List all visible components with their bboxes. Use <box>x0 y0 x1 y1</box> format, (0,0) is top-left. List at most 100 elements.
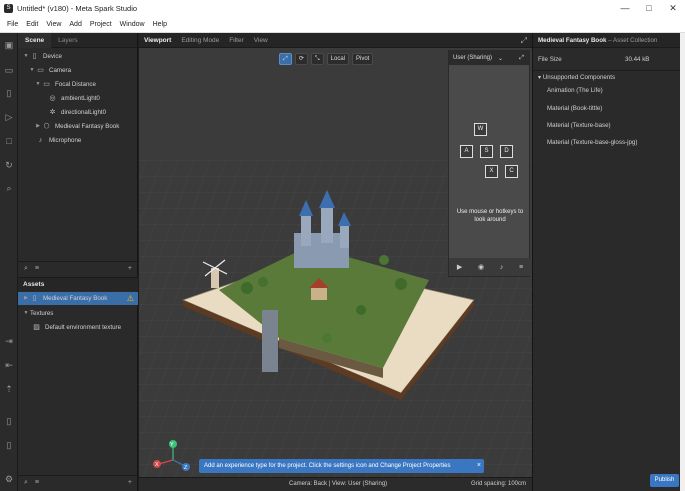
tree-item-focal-distance[interactable]: ▼ ▭ Focal Distance <box>34 78 96 91</box>
mobile-preview-icon[interactable]: ▯ <box>3 439 15 451</box>
inspector-subtitle: – Asset Collection <box>608 37 658 44</box>
patch-editor-icon[interactable]: ▷ <box>3 111 15 123</box>
file-icon: ▯ <box>32 295 37 302</box>
tree-item-label: Focal Distance <box>55 81 96 88</box>
warning-icon[interactable]: ⚠ <box>127 292 134 305</box>
filter-icon[interactable]: ≡ <box>35 479 39 486</box>
scene-panel: Scene Layers ▼ ▯ Device ▼ ▭ Camera ▼ ▭ F… <box>18 32 138 491</box>
asset-item-default-environment-texture[interactable]: ▨ Default environment texture <box>32 321 121 334</box>
tree-item-camera[interactable]: ▼ ▭ Camera <box>28 64 72 77</box>
menu-project[interactable]: Project <box>86 21 116 28</box>
library-icon[interactable]: ▯ <box>3 87 15 99</box>
tree-item-label: Microphone <box>49 137 82 144</box>
scale-tool-button[interactable]: ⤡ <box>310 53 324 65</box>
tree-item-label: directionalLight0 <box>61 109 107 116</box>
scene-icon[interactable]: ▭ <box>3 64 15 76</box>
search-icon[interactable]: ⌕ <box>24 265 28 273</box>
tree-item-medieval-fantasy-book[interactable]: ▶ ⬡ Medieval Fantasy Book <box>34 120 119 133</box>
asset-item-medieval-fantasy-book[interactable]: ▶ ▯ Medieval Fantasy Book ⚠ <box>18 292 138 305</box>
expand-icon[interactable]: ⤢ <box>521 36 527 46</box>
chevron-right-icon[interactable]: ▶ <box>34 120 42 133</box>
rotate-tool-button[interactable]: ⟳ <box>294 53 308 65</box>
frame-icon[interactable]: □ <box>3 135 15 147</box>
menu-view[interactable]: View <box>42 21 65 28</box>
tab-editing-mode[interactable]: Editing Mode <box>176 33 224 48</box>
tab-filter[interactable]: Filter <box>224 33 248 48</box>
capture-icon[interactable]: ◉ <box>478 263 484 271</box>
scene-panel-tabs: Scene Layers <box>18 32 137 48</box>
tree-item-directional-light[interactable]: ✲ directionalLight0 <box>40 106 107 119</box>
publish-button[interactable]: Publish <box>650 474 679 487</box>
chevron-down-icon[interactable]: ▾ <box>538 74 541 81</box>
menu-edit[interactable]: Edit <box>22 21 42 28</box>
gizmo-y-label: Y <box>170 442 174 448</box>
maximize-button[interactable]: □ <box>637 0 661 17</box>
tree-item-device[interactable]: ▼ ▯ Device <box>22 50 62 63</box>
tree <box>241 282 253 294</box>
tree-item-label: Device <box>43 53 62 60</box>
search-icon[interactable]: ⌕ <box>3 182 15 194</box>
import-icon[interactable]: ⇥ <box>3 335 15 347</box>
grid-spacing: Grid spacing: 100cm <box>470 481 526 487</box>
close-icon[interactable]: × <box>477 459 481 473</box>
notification-banner[interactable]: Add an experience type for the project. … <box>199 459 484 473</box>
device-test-icon[interactable]: ▯ <box>3 415 15 427</box>
menu-window[interactable]: Window <box>116 21 149 28</box>
tab-layers[interactable]: Layers <box>51 33 85 48</box>
search-icon[interactable]: ⌕ <box>24 479 28 487</box>
tree-item-label: Camera <box>49 67 72 74</box>
close-button[interactable]: ✕ <box>661 0 685 17</box>
asset-item-label: Medieval Fantasy Book <box>43 295 108 302</box>
menu-add[interactable]: Add <box>65 21 85 28</box>
menu-bar: File Edit View Add Project Window Help <box>0 17 685 33</box>
chevron-down-icon[interactable]: ▼ <box>22 50 30 63</box>
notification-text: Add an experience type for the project. … <box>204 463 451 469</box>
minimize-button[interactable]: — <box>613 0 637 17</box>
tree-item-microphone[interactable]: ♪ Microphone <box>28 134 82 147</box>
3d-object-icon: ⬡ <box>43 123 50 130</box>
menu-file[interactable]: File <box>3 21 22 28</box>
filter-icon[interactable]: ≡ <box>35 265 39 272</box>
expand-icon[interactable]: ⤢ <box>519 55 524 62</box>
chevron-down-icon[interactable]: ▼ <box>34 78 42 91</box>
component-item[interactable]: Material (Texture-base-gloss-jpg) <box>547 137 637 149</box>
unsupported-components-toggle[interactable]: ▾ Unsupported Components <box>538 72 615 84</box>
settings-icon[interactable]: ⚙ <box>3 473 15 485</box>
layout-icon[interactable]: ▣ <box>3 39 15 51</box>
add-object-button[interactable]: + <box>128 265 132 272</box>
camera-icon: ▭ <box>37 67 44 74</box>
chevron-down-icon[interactable]: ▼ <box>28 64 36 77</box>
chevron-down-icon[interactable]: ▼ <box>22 307 30 320</box>
audio-icon[interactable]: ♪ <box>500 264 504 271</box>
file-size-value: 30.44 kB <box>625 56 650 63</box>
viewport[interactable]: Viewport Editing Mode Filter View ⤢ Y Z … <box>139 33 532 491</box>
inspector-header: Medieval Fantasy Book – Asset Collection <box>533 33 685 48</box>
chevron-down-icon[interactable]: ⌄ <box>498 55 503 62</box>
left-toolbar: ▣ ▭ ▯ ▷ □ ↻ ⌕ ⇥ ⇤ ⇡ ▯ ▯ ⚙ <box>0 33 18 491</box>
component-item[interactable]: Animation (The Life) <box>547 85 603 97</box>
menu-icon[interactable]: ≡ <box>519 264 523 271</box>
component-item[interactable]: Material (Texture-base) <box>547 120 611 132</box>
section-label: Unsupported Components <box>542 74 616 81</box>
menu-help[interactable]: Help <box>149 21 171 28</box>
pivot-button[interactable]: Pivot <box>352 53 374 65</box>
tab-scene[interactable]: Scene <box>18 32 52 48</box>
video-icon[interactable]: ▶ <box>457 263 462 271</box>
refresh-icon[interactable]: ↻ <box>3 159 15 171</box>
chevron-right-icon[interactable]: ▶ <box>22 292 30 305</box>
house <box>311 288 327 300</box>
tab-viewport[interactable]: Viewport <box>139 33 176 48</box>
export-icon[interactable]: ⇤ <box>3 359 15 371</box>
move-tool-button[interactable]: ⤢ <box>279 53 292 65</box>
local-button[interactable]: Local <box>326 53 349 65</box>
simulator-hint: Use mouse or hotkeys to look around <box>456 209 524 223</box>
tab-view[interactable]: View <box>249 33 273 48</box>
file-size-label: File Size <box>538 56 562 63</box>
component-item[interactable]: Material (Book-tittle) <box>547 103 602 115</box>
upload-icon[interactable]: ⇡ <box>3 383 15 395</box>
add-asset-button[interactable]: + <box>128 479 132 486</box>
simulator-preview[interactable]: User (Sharing) ⌄ ⤢ W A S D X C Use mouse… <box>448 50 531 277</box>
tree-item-ambient-light[interactable]: ◎ ambientLight0 <box>40 92 99 105</box>
simulator-device-select[interactable]: User (Sharing) <box>453 55 492 61</box>
asset-item-textures[interactable]: ▼ Textures <box>22 307 54 320</box>
